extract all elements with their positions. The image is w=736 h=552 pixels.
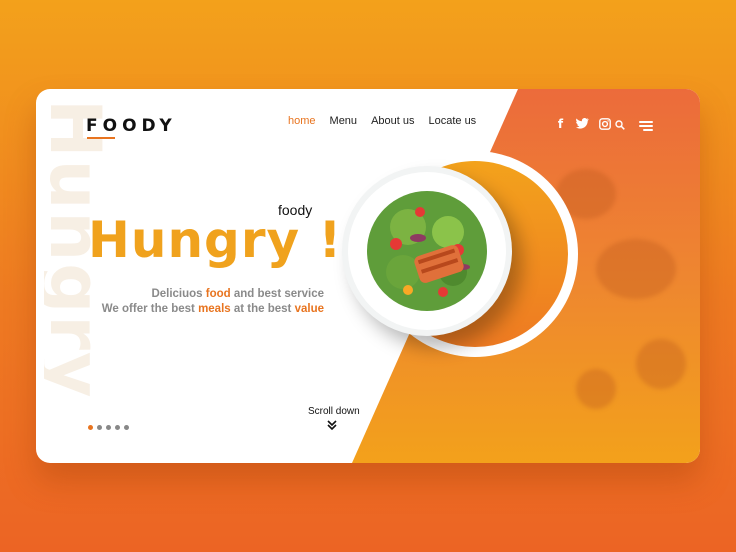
pagination-dots xyxy=(88,425,129,430)
pagination-dot[interactable] xyxy=(97,425,102,430)
nav-item-about[interactable]: About us xyxy=(371,115,414,127)
facebook-icon[interactable]: f xyxy=(554,117,567,131)
main-nav: home Menu About us Locate us xyxy=(288,115,476,127)
logo-underline xyxy=(87,137,115,139)
instagram-icon[interactable] xyxy=(598,117,611,130)
social-links: f xyxy=(554,117,611,131)
menu-icon[interactable] xyxy=(639,121,653,131)
salad-image xyxy=(367,191,487,311)
twitter-icon[interactable] xyxy=(576,117,589,130)
hero-card: Hungry FOODY home Menu About us Locate u… xyxy=(36,89,700,463)
pagination-dot[interactable] xyxy=(124,425,129,430)
search-icon[interactable] xyxy=(615,120,625,130)
description-line-1: Deliciuos food and best service xyxy=(151,288,324,300)
chevron-down-icon[interactable] xyxy=(326,419,338,431)
scroll-down-label[interactable]: Scroll down xyxy=(308,406,360,417)
nav-item-menu[interactable]: Menu xyxy=(330,115,358,127)
plate-rim xyxy=(348,172,506,330)
pagination-dot[interactable] xyxy=(88,425,93,430)
hero-headline: Hungry ! xyxy=(88,211,343,269)
watermark-text: Hungry xyxy=(44,99,104,400)
nav-item-home[interactable]: home xyxy=(288,115,316,127)
hero-description: Deliciuos food and best service We offer… xyxy=(36,287,324,317)
pagination-dot[interactable] xyxy=(106,425,111,430)
pagination-dot[interactable] xyxy=(115,425,120,430)
logo[interactable]: FOODY xyxy=(86,116,177,136)
nav-item-locate[interactable]: Locate us xyxy=(428,115,476,127)
description-line-2: We offer the best meals at the best valu… xyxy=(101,303,324,315)
